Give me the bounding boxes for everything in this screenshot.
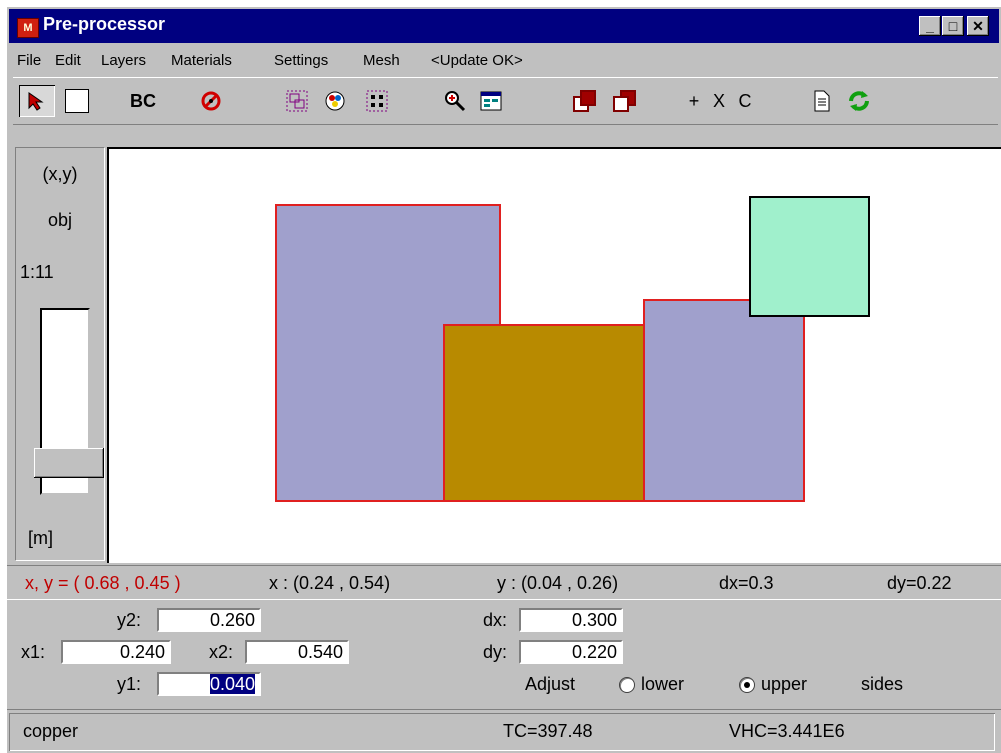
x-range-readout: x : (0.24 , 0.54) bbox=[269, 573, 391, 593]
x1-label: x1: bbox=[21, 642, 46, 662]
y1-selected-value: 0.040 bbox=[209, 674, 255, 694]
lower-radio[interactable] bbox=[619, 677, 635, 693]
plus-label: + bbox=[688, 90, 700, 111]
dx-readout: dx=0.3 bbox=[719, 573, 774, 593]
window-view-button[interactable] bbox=[475, 85, 507, 117]
x1-field[interactable]: 0.240 bbox=[61, 640, 171, 664]
refresh-icon bbox=[849, 91, 869, 111]
menu-bar: File Edit Layers Materials Settings Mesh… bbox=[7, 47, 1001, 75]
zoom-button[interactable] bbox=[439, 85, 471, 117]
dy-field[interactable]: 0.220 bbox=[519, 640, 623, 664]
x-button[interactable]: X bbox=[709, 85, 729, 117]
select-region-icon bbox=[286, 90, 308, 112]
obj-mode-label[interactable]: obj bbox=[16, 210, 104, 231]
upper-label[interactable]: upper bbox=[761, 674, 807, 695]
upper-radio[interactable] bbox=[739, 677, 755, 693]
layer-rect-copper[interactable] bbox=[443, 324, 645, 502]
scale-label: 1:11 bbox=[20, 262, 54, 282]
dx-label: dx: bbox=[483, 610, 508, 630]
menu-file[interactable]: File bbox=[17, 52, 41, 69]
adjust-label: Adjust bbox=[525, 674, 576, 694]
send-back-button[interactable] bbox=[609, 85, 641, 117]
coordinate-editor: y2: 0.260 x1: 0.240 x2: 0.540 y1: 0.040 … bbox=[7, 599, 1001, 708]
no-entry-icon bbox=[201, 91, 221, 111]
menu-layers[interactable]: Layers bbox=[101, 52, 146, 69]
y1-field[interactable]: 0.040 bbox=[157, 672, 261, 696]
document-button[interactable] bbox=[809, 85, 835, 117]
bc-label: BC bbox=[130, 90, 156, 111]
app-icon: M bbox=[17, 18, 39, 38]
x2-field[interactable]: 0.540 bbox=[245, 640, 349, 664]
menu-mesh[interactable]: Mesh bbox=[363, 52, 400, 69]
select-region-button[interactable] bbox=[281, 85, 313, 117]
window-icon bbox=[480, 91, 502, 111]
layer-rect-right[interactable] bbox=[643, 299, 805, 502]
material-name: copper bbox=[23, 721, 79, 741]
xy-mode-label[interactable]: (x,y) bbox=[16, 164, 104, 185]
lower-label[interactable]: lower bbox=[641, 674, 684, 695]
thermal-conductivity: TC=397.48 bbox=[503, 721, 593, 741]
zoom-slider-panel: (x,y) obj 1:11 [m] bbox=[15, 147, 105, 561]
no-entry-button[interactable] bbox=[195, 85, 227, 117]
close-button[interactable]: ✕ bbox=[967, 16, 989, 36]
x-label: X bbox=[712, 90, 725, 111]
y2-field[interactable]: 0.260 bbox=[157, 608, 261, 632]
cursor-coordinates: x, y = ( 0.68 , 0.45 ) bbox=[25, 573, 181, 593]
layer-rect-mint[interactable] bbox=[749, 196, 870, 317]
x2-label: x2: bbox=[209, 642, 234, 662]
y-range-readout: y : (0.04 , 0.26) bbox=[497, 573, 619, 593]
bc-button[interactable]: BC bbox=[123, 85, 163, 117]
menu-materials[interactable]: Materials bbox=[171, 52, 232, 69]
dy-readout: dy=0.22 bbox=[887, 573, 952, 593]
status-bar: copper TC=397.48 VHC=3.441E6 bbox=[7, 709, 1001, 753]
zoom-slider-thumb[interactable] bbox=[34, 448, 104, 478]
maximize-button[interactable]: □ bbox=[942, 16, 964, 36]
drawing-canvas[interactable] bbox=[107, 147, 1001, 563]
title-bar[interactable]: M Pre-processor _ □ ✕ bbox=[9, 9, 999, 43]
toolbar: BC + X C bbox=[13, 77, 998, 125]
unit-label: [m] bbox=[28, 528, 53, 548]
status-panel bbox=[9, 713, 995, 751]
grid-dots-icon bbox=[366, 90, 388, 112]
window-title: Pre-processor bbox=[43, 14, 166, 34]
grid-dots-button[interactable] bbox=[361, 85, 393, 117]
dy-label: dy: bbox=[483, 642, 508, 662]
palette-icon bbox=[325, 91, 345, 111]
y2-label: y2: bbox=[117, 610, 142, 630]
minimize-button[interactable]: _ bbox=[919, 16, 941, 36]
volumetric-heat-capacity: VHC=3.441E6 bbox=[729, 721, 845, 741]
pre-processor-window: M Pre-processor _ □ ✕ File Edit Layers M… bbox=[7, 7, 1001, 753]
document-icon bbox=[814, 90, 830, 112]
layer-back-icon bbox=[613, 90, 636, 112]
c-button[interactable]: C bbox=[735, 85, 755, 117]
refresh-button[interactable] bbox=[843, 85, 875, 117]
c-label: C bbox=[738, 90, 752, 111]
rectangle-tool-button[interactable] bbox=[59, 85, 95, 117]
layer-front-icon bbox=[573, 90, 596, 112]
menu-edit[interactable]: Edit bbox=[55, 52, 81, 69]
rectangle-icon bbox=[65, 89, 89, 113]
palette-button[interactable] bbox=[319, 85, 351, 117]
zoom-icon bbox=[445, 91, 466, 112]
pointer-tool-button[interactable] bbox=[19, 85, 55, 117]
bring-front-button[interactable] bbox=[569, 85, 601, 117]
y1-label: y1: bbox=[117, 674, 142, 694]
plus-button[interactable]: + bbox=[685, 85, 703, 117]
pointer-icon bbox=[28, 92, 44, 111]
sides-label: sides bbox=[861, 674, 904, 694]
menu-update-status[interactable]: <Update OK> bbox=[431, 52, 523, 69]
coordinate-line: x, y = ( 0.68 , 0.45 ) x : (0.24 , 0.54)… bbox=[7, 565, 1001, 600]
dx-field[interactable]: 0.300 bbox=[519, 608, 623, 632]
menu-settings[interactable]: Settings bbox=[274, 52, 328, 69]
